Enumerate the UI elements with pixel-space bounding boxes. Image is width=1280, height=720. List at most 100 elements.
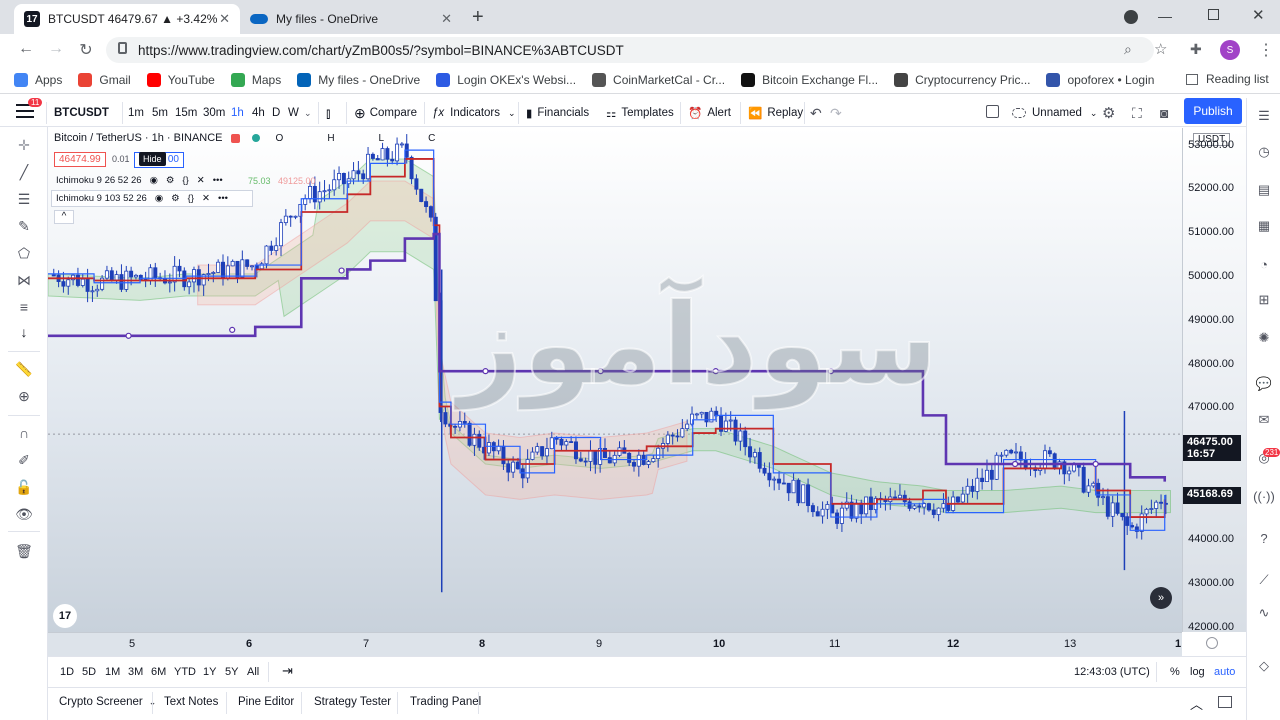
- close-tab-icon[interactable]: ✕: [441, 11, 452, 27]
- bookmark-item[interactable]: My files - OneDrive: [297, 72, 420, 87]
- bookmark-star-icon[interactable]: ☆: [1154, 40, 1167, 58]
- remove-icon[interactable]: ✕: [197, 175, 205, 186]
- interval-dropdown-icon[interactable]: ⌄: [304, 103, 312, 123]
- utc-clock[interactable]: 12:43:03 (UTC): [1074, 666, 1150, 678]
- range-3m[interactable]: 3M: [128, 666, 143, 678]
- settings-gear-icon[interactable]: ⚙: [1102, 103, 1115, 123]
- bookmark-item[interactable]: Maps: [230, 72, 281, 87]
- prediction-icon[interactable]: ⋈: [14, 270, 34, 290]
- forward-icon[interactable]: →: [46, 40, 66, 58]
- settings-icon[interactable]: ⚙: [171, 193, 180, 204]
- more-icon[interactable]: •••: [213, 175, 223, 186]
- collapse-legend-button[interactable]: ^: [54, 210, 74, 224]
- restore-icon[interactable]: [1208, 9, 1219, 20]
- replay-button[interactable]: ⏪ Replay: [748, 103, 803, 123]
- minimize-icon[interactable]: —: [1158, 8, 1172, 24]
- indicator-legend-2[interactable]: Ichimoku 9 103 52 26 ◉ ⚙ {} ✕ •••: [51, 190, 253, 207]
- bookmark-item[interactable]: Login OKEx's Websi...: [436, 72, 576, 87]
- browser-menu-icon[interactable]: ⋮: [1258, 40, 1274, 60]
- wave-icon[interactable]: ∿: [1254, 603, 1274, 623]
- interval-w[interactable]: W: [288, 103, 299, 123]
- brush-icon[interactable]: ✎: [14, 216, 34, 236]
- bookmark-item[interactable]: CoinMarketCal - Cr...: [592, 72, 725, 87]
- snapshot-camera-icon[interactable]: ◙: [1160, 103, 1168, 123]
- interval-4h[interactable]: 4h: [252, 103, 265, 123]
- interval-5m[interactable]: 5m: [152, 103, 168, 123]
- financials-button[interactable]: ▮ Financials: [526, 103, 589, 123]
- watchlist-icon[interactable]: ☰: [1254, 106, 1274, 126]
- chat-icon[interactable]: 💬: [1254, 374, 1274, 394]
- goto-date-icon[interactable]: ⇥: [282, 663, 293, 679]
- redo-icon[interactable]: ↷: [830, 103, 842, 123]
- trend-line-icon[interactable]: ╱: [14, 162, 34, 182]
- tab-text-notes[interactable]: Text Notes: [164, 696, 218, 708]
- fullscreen-icon[interactable]: ⛶: [1132, 103, 1142, 123]
- forecast-icon[interactable]: ≡: [14, 297, 34, 317]
- chart-legend-title[interactable]: Bitcoin / TetherUS · 1h · BINANCE O H L …: [54, 132, 435, 144]
- source-code-icon[interactable]: {}: [188, 193, 194, 204]
- sell-button[interactable]: 46474.99: [54, 152, 106, 167]
- bookmark-item[interactable]: opoforex • Login: [1046, 72, 1154, 87]
- help-icon[interactable]: ?: [1254, 528, 1274, 548]
- log-scale-toggle[interactable]: log: [1190, 666, 1205, 678]
- eye-icon[interactable]: ◉: [150, 175, 158, 186]
- range-5y[interactable]: 5Y: [225, 666, 238, 678]
- address-bar[interactable]: https://www.tradingview.com/chart/yZmB00…: [106, 37, 1167, 63]
- tab-crypto-screener[interactable]: Crypto Screener⌄: [59, 696, 156, 708]
- layers-icon[interactable]: ◇: [1254, 656, 1274, 676]
- range-1y[interactable]: 1Y: [203, 666, 216, 678]
- price-axis[interactable]: USDT 53000.00 52000.00 51000.00 50000.00 490…: [1182, 128, 1246, 633]
- ideas-bulb-icon[interactable]: ✺: [1254, 328, 1274, 348]
- close-window-icon[interactable]: ✕: [1252, 6, 1265, 24]
- hotlists-icon[interactable]: ◔: [1254, 254, 1274, 274]
- auto-scale-toggle[interactable]: auto: [1214, 666, 1235, 678]
- range-ytd[interactable]: YTD: [174, 666, 196, 678]
- range-5d[interactable]: 5D: [82, 666, 96, 678]
- arrow-down-icon[interactable]: ↓: [14, 322, 34, 342]
- publish-button[interactable]: Publish: [1184, 98, 1242, 124]
- extensions-icon[interactable]: ✚: [1190, 41, 1202, 58]
- range-all[interactable]: All: [247, 666, 259, 678]
- chevron-up-icon[interactable]: ︿: [1190, 694, 1203, 713]
- calendar-icon[interactable]: ▦: [1254, 216, 1274, 236]
- compare-button[interactable]: ⊕ Compare: [354, 103, 417, 123]
- interval-1h[interactable]: 1h: [231, 103, 244, 123]
- remove-icon[interactable]: ✕: [202, 193, 210, 204]
- ruler-icon[interactable]: 📏: [14, 359, 34, 379]
- chart-pane[interactable]: سودآموز Bitcoin / TetherUS · 1h · BINANC…: [48, 128, 1182, 632]
- symbol-search[interactable]: BTCUSDT: [54, 103, 109, 123]
- interval-d[interactable]: D: [272, 103, 280, 123]
- trash-icon[interactable]: 🗑: [14, 541, 34, 561]
- settings-icon[interactable]: ⚙: [166, 175, 175, 186]
- tab-strategy-tester[interactable]: Strategy Tester: [314, 696, 391, 708]
- data-window-icon[interactable]: ▤: [1254, 180, 1274, 200]
- more-icon[interactable]: •••: [218, 193, 228, 204]
- eye-icon[interactable]: 👁: [14, 504, 34, 524]
- crosshair-icon[interactable]: ✛: [14, 135, 34, 155]
- range-1m[interactable]: 1M: [105, 666, 120, 678]
- alert-button[interactable]: ⏰ Alert: [688, 103, 731, 123]
- new-tab-button[interactable]: +: [472, 6, 484, 29]
- source-code-icon[interactable]: {}: [182, 175, 188, 186]
- alerts-clock-icon[interactable]: ◷: [1254, 142, 1274, 162]
- patterns-icon[interactable]: ⬠: [14, 243, 34, 263]
- range-6m[interactable]: 6M: [151, 666, 166, 678]
- reload-icon[interactable]: ↻: [76, 40, 96, 60]
- tab-pine-editor[interactable]: Pine Editor: [238, 696, 294, 708]
- profile-avatar[interactable]: S: [1220, 40, 1240, 60]
- undo-icon[interactable]: ↶: [810, 103, 822, 123]
- interval-1m[interactable]: 1m: [128, 103, 144, 123]
- tab-search-icon[interactable]: [1124, 10, 1138, 24]
- back-icon[interactable]: ←: [16, 40, 36, 58]
- browser-tab-tradingview[interactable]: 17 BTCUSDT 46479.67 ▲ +3.42% Ur ✕: [14, 4, 240, 34]
- templates-button[interactable]: ⚏ Templates: [606, 103, 674, 123]
- grid-icon[interactable]: ⊞: [1254, 290, 1274, 310]
- trend-icon[interactable]: ⟋: [1254, 570, 1274, 590]
- interval-30m[interactable]: 30m: [203, 103, 225, 123]
- tab-trading-panel[interactable]: Trading Panel: [410, 696, 481, 708]
- percent-scale-toggle[interactable]: %: [1170, 666, 1180, 678]
- eye-icon[interactable]: ◉: [155, 193, 163, 204]
- zoom-in-icon[interactable]: ⊕: [14, 386, 34, 406]
- pencil-lock-icon[interactable]: ✐: [14, 450, 34, 470]
- layout-icon[interactable]: [986, 105, 999, 118]
